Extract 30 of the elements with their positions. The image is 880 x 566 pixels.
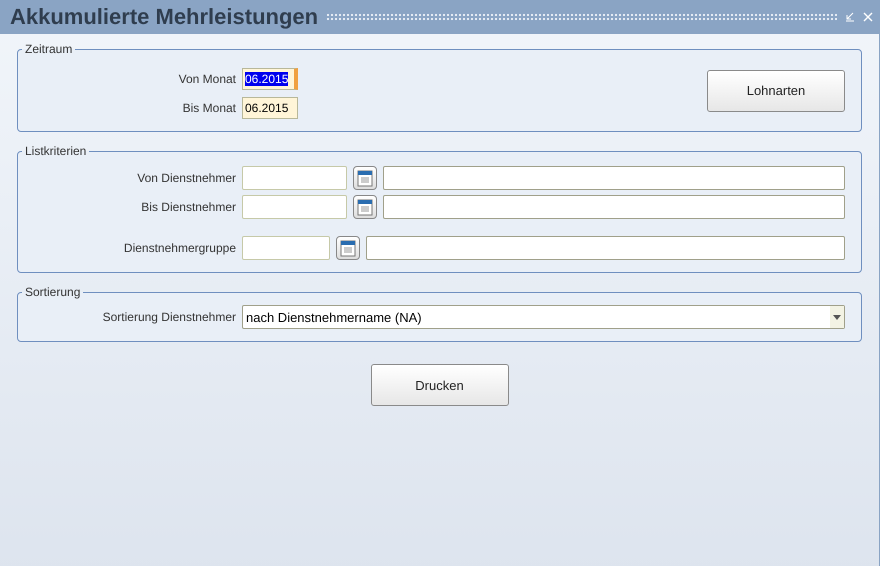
sort-dropdown[interactable]: nach Dienstnehmername (NA) [242, 305, 845, 329]
input-field[interactable] [242, 195, 347, 219]
print-button[interactable]: Drucken [370, 364, 508, 406]
wage-types-button[interactable]: Lohnarten [707, 70, 845, 112]
input-field[interactable] [366, 236, 845, 260]
lookup-button[interactable] [336, 236, 360, 260]
field-label: Sortierung Dienstnehmer [102, 310, 236, 324]
field-label: Von Dienstnehmer [136, 171, 236, 185]
lookup-button[interactable] [353, 195, 377, 219]
notepad-icon [339, 239, 357, 257]
notepad-icon [356, 198, 374, 216]
group-legend: Listkriterien [22, 144, 90, 158]
field-label: Dienstnehmergruppe [122, 241, 236, 255]
lookup-button[interactable] [353, 166, 377, 190]
input-field[interactable] [242, 166, 347, 190]
input-field[interactable] [242, 236, 330, 260]
field-label: Bis Monat [182, 101, 236, 115]
month-field[interactable]: 06.2015 [242, 68, 298, 90]
caret-icon [833, 314, 841, 320]
field-label: Von Monat [178, 72, 236, 86]
input-field[interactable] [383, 195, 845, 219]
window-title: Akkumulierte Mehrleistungen [10, 4, 318, 30]
month-field[interactable]: 06.2015 [242, 97, 298, 119]
input-field[interactable] [383, 166, 845, 190]
group-legend: Zeitraum [22, 42, 76, 56]
notepad-icon [356, 169, 374, 187]
field-label: Bis Dienstnehmer [140, 200, 236, 214]
group-legend: Sortierung [22, 285, 84, 299]
close-icon[interactable] [863, 12, 873, 22]
minimize-icon[interactable] [845, 12, 855, 22]
